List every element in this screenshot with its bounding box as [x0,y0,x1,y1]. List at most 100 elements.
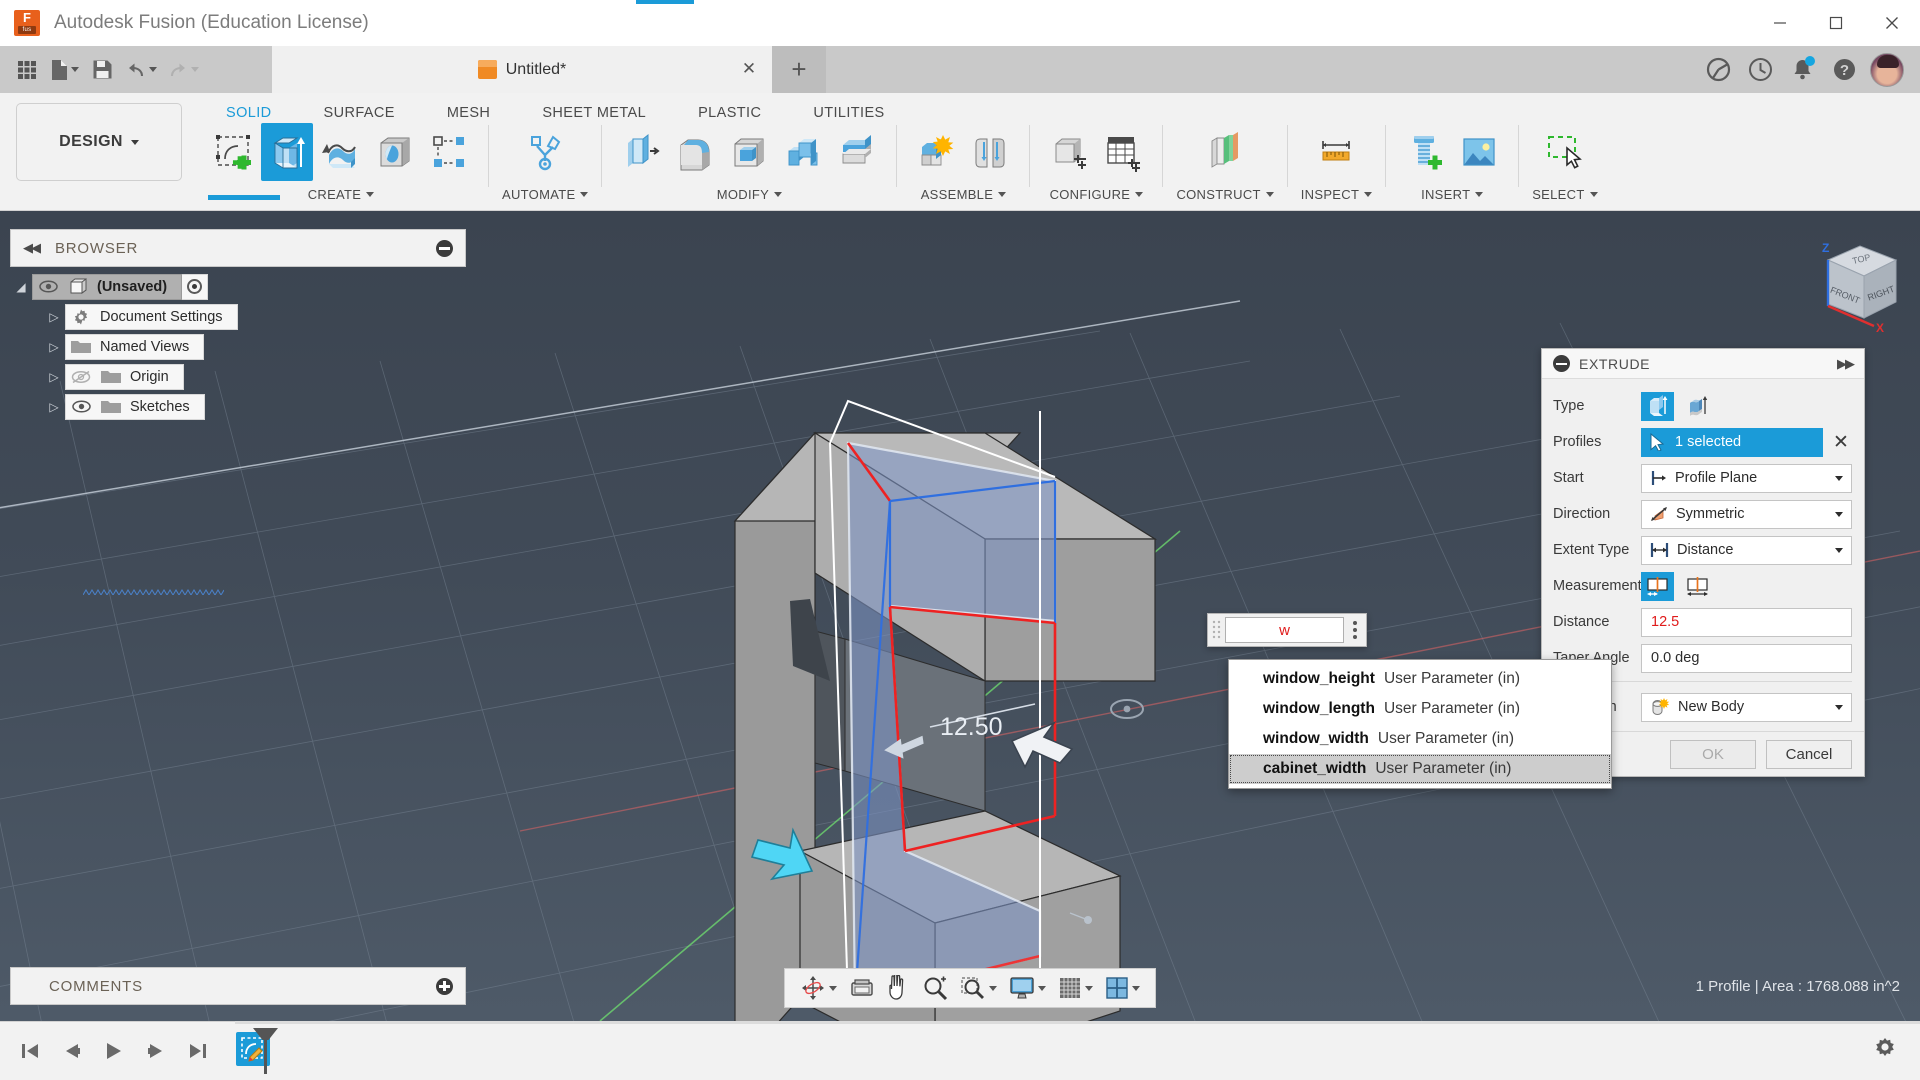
expand-triangle-icon[interactable]: ▷ [43,310,65,324]
add-comment-icon[interactable] [436,977,453,995]
shell-icon[interactable] [723,123,775,181]
close-document-icon[interactable]: ✕ [740,60,758,78]
revolve-icon[interactable] [315,123,367,181]
app-grid-button[interactable] [10,51,44,89]
profiles-selection-button[interactable]: 1 selected [1641,427,1823,457]
new-component-icon[interactable] [910,123,962,181]
chevron-down-icon[interactable] [829,985,837,991]
ribbon-group-label[interactable]: CREATE [308,187,375,202]
expand-triangle-icon[interactable]: ▷ [43,340,65,354]
autocomplete-item[interactable]: window_width User Parameter (in) [1229,724,1611,754]
notifications-icon[interactable] [1786,54,1818,86]
maximize-button[interactable] [1808,0,1864,46]
ribbon-group-label[interactable]: CONFIGURE [1050,187,1144,202]
whole-length-icon[interactable] [1681,572,1714,601]
start-dropdown[interactable]: Profile Plane [1641,463,1852,493]
tree-row-unsaved[interactable]: ◢ (Unsaved) [10,272,466,301]
play-button[interactable] [100,1036,128,1066]
workspace-selector[interactable]: DESIGN [16,103,182,181]
autocomplete-item[interactable]: window_length User Parameter (in) [1229,694,1611,724]
undo-button[interactable] [121,51,161,89]
collapse-dialog-icon[interactable] [1553,355,1570,372]
chevron-down-icon[interactable] [1132,985,1140,991]
orbit-icon[interactable] [795,971,842,1005]
ribbon-group-label[interactable]: CONSTRUCT [1176,187,1274,202]
more-options-icon[interactable] [1344,614,1366,646]
two-sides-extrude-icon[interactable] [1681,392,1714,421]
cancel-button[interactable]: Cancel [1766,739,1852,769]
press-pull-icon[interactable] [615,123,667,181]
drag-grip-icon[interactable] [1211,619,1222,641]
viewports-icon[interactable] [1100,971,1145,1005]
expand-triangle-icon[interactable]: ◢ [10,280,32,294]
one-side-extrude-icon[interactable] [1641,391,1674,421]
joint-icon[interactable] [964,123,1016,181]
tree-row-sketches[interactable]: ▷ Sketches [10,392,466,421]
comments-panel[interactable]: COMMENTS [10,967,466,1005]
chevron-down-icon[interactable] [1038,985,1046,991]
chevron-down-icon[interactable] [989,985,997,991]
configure-body-icon[interactable] [1043,123,1095,181]
close-button[interactable] [1864,0,1920,46]
fillet-icon[interactable] [669,123,721,181]
expand-dialog-icon[interactable]: ▶▶ [1837,356,1855,372]
go-to-end-button[interactable] [184,1036,212,1066]
tree-node-document-settings[interactable]: Document Settings [65,303,238,330]
operation-dropdown[interactable]: New Body [1641,692,1852,722]
taper-angle-input[interactable]: 0.0 deg [1641,643,1852,673]
go-to-beginning-button[interactable] [16,1036,44,1066]
split-face-icon[interactable] [831,123,883,181]
tab-mesh[interactable]: MESH [421,101,517,125]
ribbon-group-label[interactable]: SELECT [1532,187,1598,202]
tree-node-origin[interactable]: Origin [65,363,184,390]
collapse-panel-icon[interactable]: ◀◀ [23,240,41,256]
tab-sheet-metal[interactable]: SHEET METAL [516,101,672,125]
combine-icon[interactable] [777,123,829,181]
extrude-icon[interactable] [261,123,313,181]
ribbon-group-label[interactable]: AUTOMATE [502,187,589,202]
display-settings-icon[interactable] [1004,971,1051,1005]
recent-activity-icon[interactable] [1744,54,1776,86]
measure-icon[interactable] [1310,123,1362,181]
insert-canvas-icon[interactable] [1453,123,1505,181]
zoom-icon[interactable] [918,971,953,1005]
clear-selection-icon[interactable]: ✕ [1830,431,1852,454]
automate-icon[interactable] [519,123,571,181]
minimize-button[interactable] [1752,0,1808,46]
insert-mcmaster-icon[interactable] [1399,123,1451,181]
autocomplete-item-selected[interactable]: cabinet_width User Parameter (in) [1229,754,1611,784]
ribbon-group-label[interactable]: INSERT [1421,187,1484,202]
activate-component-radio[interactable] [182,273,209,300]
timeline-playhead-marker[interactable] [264,1028,267,1074]
direction-dropdown[interactable]: Symmetric [1641,499,1852,529]
tree-node-root[interactable]: (Unsaved) [32,273,183,300]
view-cube[interactable]: TOP FRONT RIGHT Z X [1798,226,1918,346]
tree-row-document-settings[interactable]: ▷ Document Settings [10,302,466,331]
tab-plastic[interactable]: PLASTIC [672,101,787,125]
tree-row-origin[interactable]: ▷ Origin [10,362,466,391]
ribbon-group-label[interactable]: MODIFY [717,187,783,202]
autocomplete-item[interactable]: window_height User Parameter (in) [1229,664,1611,694]
step-back-button[interactable] [58,1036,86,1066]
pattern-icon[interactable] [423,123,475,181]
extensions-icon[interactable] [1702,54,1734,86]
expand-triangle-icon[interactable]: ▷ [43,370,65,384]
new-tab-button[interactable]: + [772,46,826,93]
redo-button[interactable] [163,51,203,89]
visibility-eye-off-icon[interactable] [66,364,96,390]
extent-type-dropdown[interactable]: Distance [1641,535,1852,565]
create-sketch-icon[interactable] [207,123,259,181]
timeline-feature-sketch[interactable] [236,1028,282,1074]
hole-icon[interactable] [369,123,421,181]
tab-solid[interactable]: SOLID [200,101,298,125]
timeline-track[interactable] [235,1021,1920,1024]
look-at-icon[interactable] [844,971,880,1005]
configuration-table-icon[interactable] [1097,123,1149,181]
pan-icon[interactable] [882,971,916,1005]
document-tab[interactable]: Untitled* ✕ [272,46,772,93]
step-forward-button[interactable] [142,1036,170,1066]
new-file-button[interactable] [46,51,83,89]
parameter-text-input[interactable]: w [1225,617,1344,643]
parameter-input-field[interactable]: w [1207,613,1367,647]
tree-node-named-views[interactable]: Named Views [65,333,205,360]
